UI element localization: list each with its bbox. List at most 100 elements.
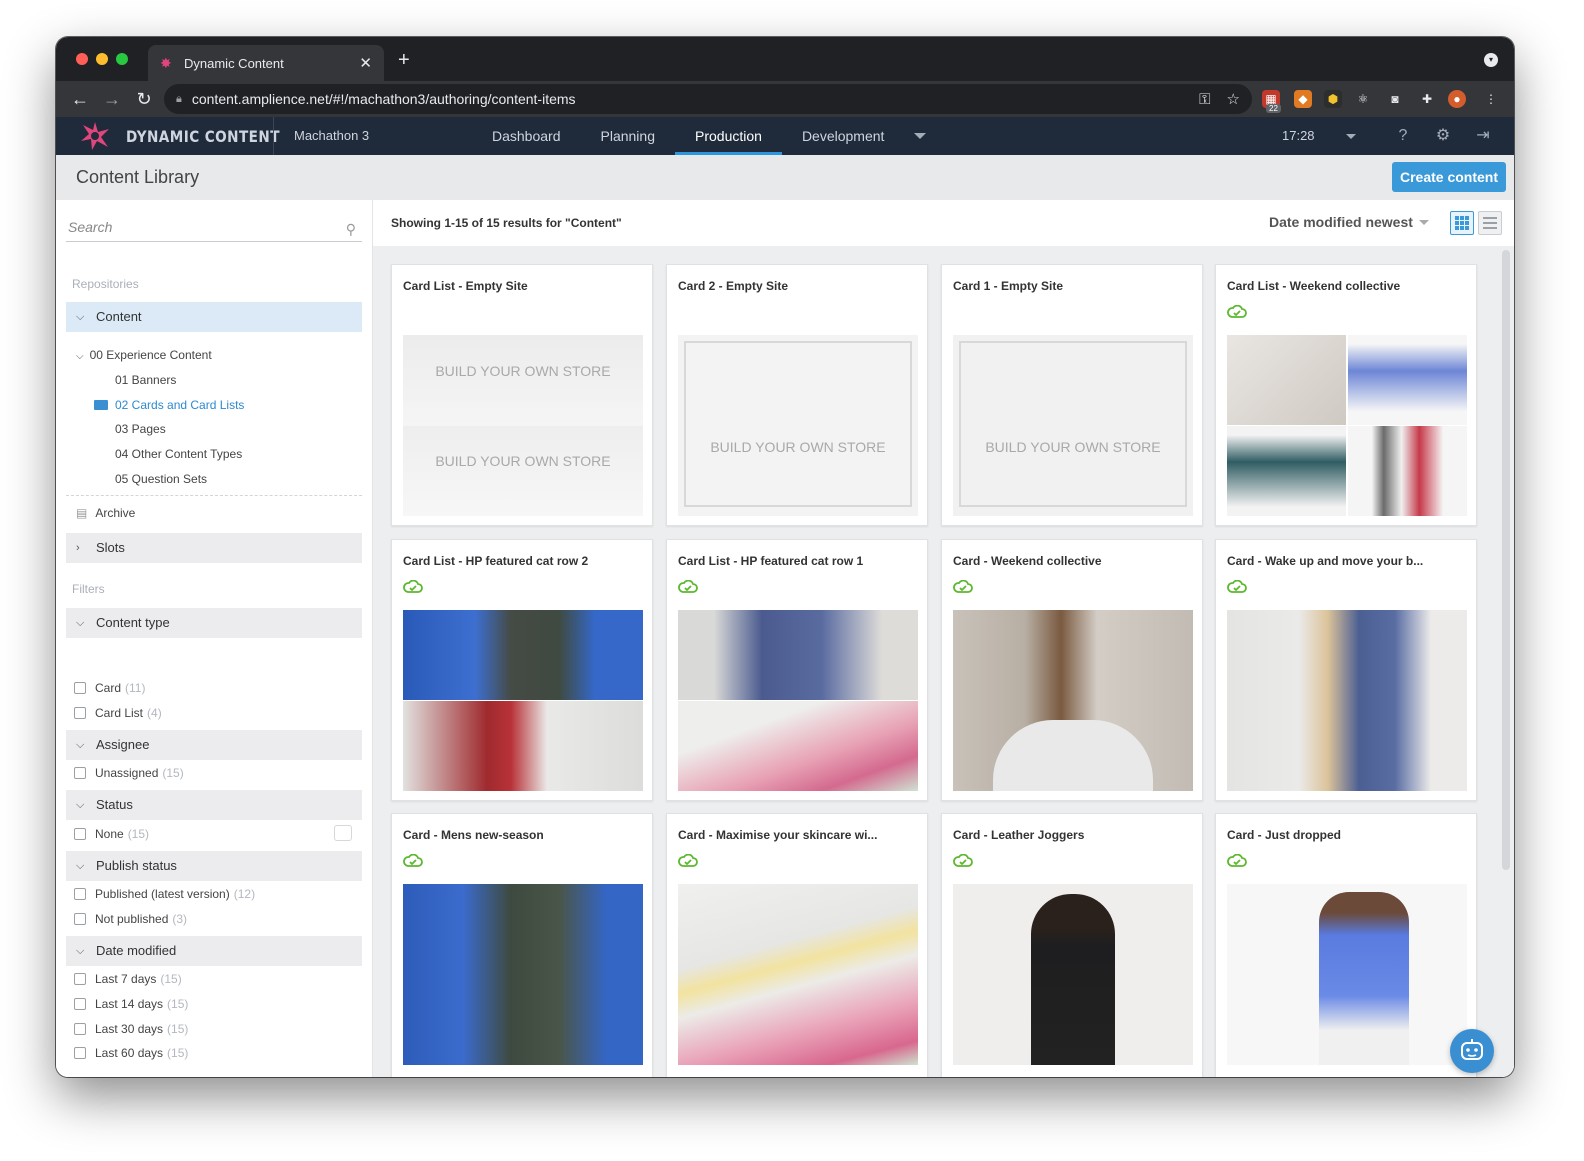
tree-item-experience-content[interactable]: ⌵ 00 Experience Content (76, 348, 212, 362)
tree-item-cards-and-card-lists[interactable]: 02 Cards and Card Lists (94, 398, 244, 412)
clock-chevron-down-icon[interactable] (1346, 134, 1356, 139)
filter-option-label: Last 14 days (95, 997, 164, 1011)
checkbox[interactable] (74, 998, 86, 1010)
checkbox[interactable] (74, 828, 86, 840)
checkbox[interactable] (74, 707, 86, 719)
content-card[interactable]: Card List - Empty Site BUILD YOUR OWN ST… (391, 264, 653, 526)
address-bar[interactable]: 🔒︎ content.amplience.net/#!/machathon3/a… (164, 84, 1252, 114)
reload-icon[interactable]: ↻ (128, 89, 160, 110)
browser-tab[interactable]: ✸ Dynamic Content ✕ (148, 45, 384, 81)
filter-group-content-type[interactable]: ⌵ Content type (66, 608, 362, 638)
content-card[interactable]: Card - Wake up and move your b... (1215, 539, 1477, 801)
checkbox[interactable] (74, 888, 86, 900)
filter-option-not-published[interactable]: Not published (3) (74, 912, 187, 926)
checkbox[interactable] (74, 1023, 86, 1035)
filter-option-card[interactable]: Card (11) (74, 681, 145, 695)
filter-group-assignee[interactable]: ⌵ Assignee (66, 730, 362, 760)
tree-item-pages[interactable]: 03 Pages (115, 422, 166, 436)
filter-option-count: (15) (167, 997, 189, 1011)
content-card[interactable]: Card - Leather Joggers (941, 813, 1203, 1077)
card-title: Card List - HP featured cat row 2 (403, 554, 589, 568)
tree-item-question-sets[interactable]: 05 Question Sets (115, 472, 207, 486)
maximize-window-button[interactable] (116, 53, 128, 65)
list-view-button[interactable] (1478, 211, 1502, 235)
checkbox[interactable] (74, 682, 86, 694)
new-tab-icon[interactable]: + (398, 49, 410, 72)
checkbox[interactable] (74, 973, 86, 985)
filter-group-date-modified[interactable]: ⌵ Date modified (66, 936, 362, 966)
card-thumbnail (678, 610, 918, 791)
react-extension-icon[interactable]: ⚛ (1354, 90, 1372, 108)
filter-option-last-7-days[interactable]: Last 7 days (15) (74, 972, 182, 986)
golfer-image (403, 610, 643, 700)
create-content-button[interactable]: Create content (1392, 162, 1506, 192)
archive-link[interactable]: ▤ Archive (76, 506, 135, 520)
slots-group[interactable]: › Slots (66, 533, 362, 563)
close-tab-icon[interactable]: ✕ (359, 54, 372, 72)
minimize-window-button[interactable] (96, 53, 108, 65)
content-card[interactable]: Card - Maximise your skincare wi... (666, 813, 928, 1077)
filter-option-count: (4) (147, 706, 162, 720)
filter-option-card-list[interactable]: Card List (4) (74, 706, 162, 720)
card-thumbnail: BUILD YOUR OWN STORE BUILD YOUR OWN STOR… (403, 335, 643, 516)
filter-option-none[interactable]: None (15) (74, 825, 354, 841)
metamask-extension-icon[interactable]: ◆ (1294, 90, 1312, 108)
filter-group-status[interactable]: ⌵ Status (66, 790, 362, 820)
checkbox[interactable] (74, 1047, 86, 1059)
archive-label: Archive (95, 506, 136, 520)
content-card[interactable]: Card - Mens new-season (391, 813, 653, 1077)
tab-search-icon[interactable]: ▾ (1484, 53, 1498, 67)
nav-production[interactable]: Production (675, 117, 782, 155)
content-card[interactable]: Card List - Weekend collective (1215, 264, 1477, 526)
cube-extension-icon[interactable]: ⬢ (1324, 90, 1342, 108)
repository-content[interactable]: ⌵ Content (66, 302, 362, 332)
checkbox[interactable] (74, 767, 86, 779)
checkbox[interactable] (74, 913, 86, 925)
nav-planning[interactable]: Planning (581, 117, 676, 155)
sort-dropdown[interactable]: Date modified newest (1269, 214, 1429, 230)
forward-icon[interactable]: → (96, 89, 128, 110)
hub-selector[interactable]: Machathon 3 (294, 128, 369, 143)
filter-option-unassigned[interactable]: Unassigned (15) (74, 766, 184, 780)
card-thumbnail (953, 610, 1193, 791)
bookmark-star-icon[interactable]: ☆ (1227, 90, 1240, 108)
content-card[interactable]: Card - Weekend collective (941, 539, 1203, 801)
help-icon[interactable]: ? (1393, 126, 1413, 146)
nav-development[interactable]: Development (782, 117, 905, 155)
nav-more-chevron-down-icon[interactable] (914, 133, 926, 139)
grid-view-button[interactable] (1450, 211, 1474, 235)
gear-icon[interactable]: ⚙ (1433, 126, 1453, 146)
filter-option-last-14-days[interactable]: Last 14 days (15) (74, 997, 188, 1011)
filter-option-count: (15) (127, 827, 150, 841)
filter-option-last-30-days[interactable]: Last 30 days (15) (74, 1022, 188, 1036)
chat-bot-button[interactable] (1450, 1029, 1494, 1073)
url-text: content.amplience.net/#!/machathon3/auth… (191, 91, 576, 107)
content-area: Showing 1-15 of 15 results for "Content"… (373, 200, 1514, 1077)
search-input[interactable]: Search ⚲ (66, 216, 362, 242)
filter-option-published[interactable]: Published (latest version) (12) (74, 887, 255, 901)
back-icon[interactable]: ← (64, 89, 96, 110)
filter-group-publish-status[interactable]: ⌵ Publish status (66, 851, 362, 881)
content-card[interactable]: Card List - HP featured cat row 2 (391, 539, 653, 801)
filter-option-last-60-days[interactable]: Last 60 days (15) (74, 1046, 188, 1060)
tree-item-banners[interactable]: 01 Banners (115, 373, 176, 387)
profile-avatar[interactable]: ● (1448, 90, 1466, 108)
close-window-button[interactable] (76, 53, 88, 65)
sort-label: Date modified newest (1269, 214, 1413, 230)
chevron-down-icon: ⌵ (76, 311, 85, 323)
logout-icon[interactable]: ⇥ (1473, 126, 1493, 146)
camera-extension-icon[interactable]: ◙ (1386, 90, 1404, 108)
tree-item-other-content-types[interactable]: 04 Other Content Types (115, 447, 242, 461)
content-card[interactable]: Card 1 - Empty Site BUILD YOUR OWN STORE (941, 264, 1203, 526)
content-card[interactable]: Card - Just dropped (1215, 813, 1477, 1077)
search-icon[interactable]: ⚲ (346, 218, 356, 240)
filter-option-label: Last 30 days (95, 1022, 164, 1036)
extensions-puzzle-icon[interactable]: ✚ (1418, 90, 1436, 108)
browser-menu-icon[interactable]: ⋮ (1482, 90, 1500, 108)
hoodie-image (678, 610, 918, 700)
content-card[interactable]: Card List - HP featured cat row 1 (666, 539, 928, 801)
content-card[interactable]: Card 2 - Empty Site BUILD YOUR OWN STORE (666, 264, 928, 526)
grid-scrollbar[interactable] (1502, 250, 1510, 870)
nav-dashboard[interactable]: Dashboard (472, 117, 581, 155)
key-icon[interactable]: ⚿ (1199, 91, 1210, 108)
